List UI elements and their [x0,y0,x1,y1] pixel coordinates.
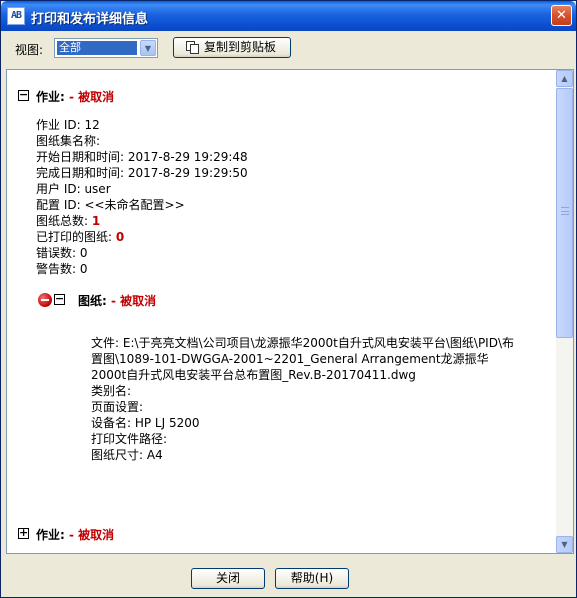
sheet-file-line-1: 文件: E:\于亮亮文档\公司项目\龙源振华2000t自升式风电安装平台\图纸\… [91,336,515,350]
scroll-down-icon[interactable]: ▼ [556,536,573,553]
sheet-collapse-toggle[interactable]: − [54,293,65,305]
copy-button-label: 复制到剪贴板 [204,40,277,54]
title-bar[interactable]: AB 打印和发布详细信息 ✕ [1,1,576,31]
window-title: 打印和发布详细信息 [31,12,149,27]
close-window-button[interactable]: ✕ [551,5,572,26]
sheet-status: - 被取消 [111,294,157,308]
view-select[interactable]: 全部 ▼ [54,38,158,58]
dialog-window: AB 打印和发布详细信息 ✕ 视图: 全部 ▼ 复制到剪贴板 − 作业: - 被… [0,0,577,598]
sheet-plot-path: 打印文件路径: [91,432,168,446]
vertical-scrollbar[interactable]: ▲ ▼ [556,70,573,553]
error-count: 错误数: 0 [36,246,88,260]
warning-count: 警告数: 0 [36,262,88,276]
details-panel[interactable]: − 作业: - 被取消 作业 ID: 12 图纸集名称: 开始日期和时间: 20… [6,69,574,554]
job-status-2: - 被取消 [69,528,115,542]
close-button[interactable]: 关闭 [191,568,265,589]
close-icon: ✕ [556,8,567,23]
start-time: 开始日期和时间: 2017-8-29 19:29:48 [36,150,248,164]
sheet-file-line-2: 置图\1089-101-DWGGA-2001~2201_General Arra… [91,352,489,366]
copy-to-clipboard-button[interactable]: 复制到剪贴板 [173,37,291,58]
sheet-file-line-3: 2000t自升式风电安装平台总布置图_Rev.B-20170411.dwg [91,368,416,382]
job-header: 作业: - 被取消 [36,88,114,105]
job-id: 作业 ID: 12 [36,118,100,132]
job-expand-toggle[interactable]: + [18,527,29,539]
copy-icon [186,41,199,54]
user-id: 用户 ID: user [36,182,111,196]
cancel-icon [38,293,52,307]
scrollbar-thumb[interactable] [556,88,573,338]
job-header-label: 作业: [36,90,65,104]
sheet-total: 图纸总数: 1 [36,213,100,229]
sheet-page-setup: 页面设置: [91,400,144,414]
help-button[interactable]: 帮助(H) [275,568,349,589]
job-header-2: 作业: - 被取消 [36,526,114,543]
scroll-up-icon[interactable]: ▲ [556,70,573,87]
chevron-down-icon[interactable]: ▼ [140,40,156,56]
app-icon: AB [7,7,25,25]
config-id: 配置 ID: <<未命名配置>> [36,198,185,212]
sheet-total-value: 1 [91,214,101,228]
job-collapse-toggle[interactable]: − [18,89,29,101]
view-label: 视图: [15,43,44,57]
sheet-device: 设备名: HP LJ 5200 [91,416,200,430]
job-header-label-2: 作业: [36,528,65,542]
printed-sheets-value: 0 [115,230,125,244]
scroll-grip-icon [561,207,569,215]
sheet-header-label: 图纸: [78,294,107,308]
sheet-total-label: 图纸总数: [36,214,89,228]
printed-sheets-label: 已打印的图纸: [36,230,113,244]
view-select-value: 全部 [56,40,138,56]
sheet-header: 图纸: - 被取消 [78,292,156,309]
sheet-category: 类别名: [91,384,132,398]
printed-sheets: 已打印的图纸: 0 [36,229,124,245]
sheet-set-name: 图纸集名称: [36,134,101,148]
job-status: - 被取消 [69,90,115,104]
end-time: 完成日期和时间: 2017-8-29 19:29:50 [36,166,248,180]
sheet-paper-size: 图纸尺寸: A4 [91,448,163,462]
